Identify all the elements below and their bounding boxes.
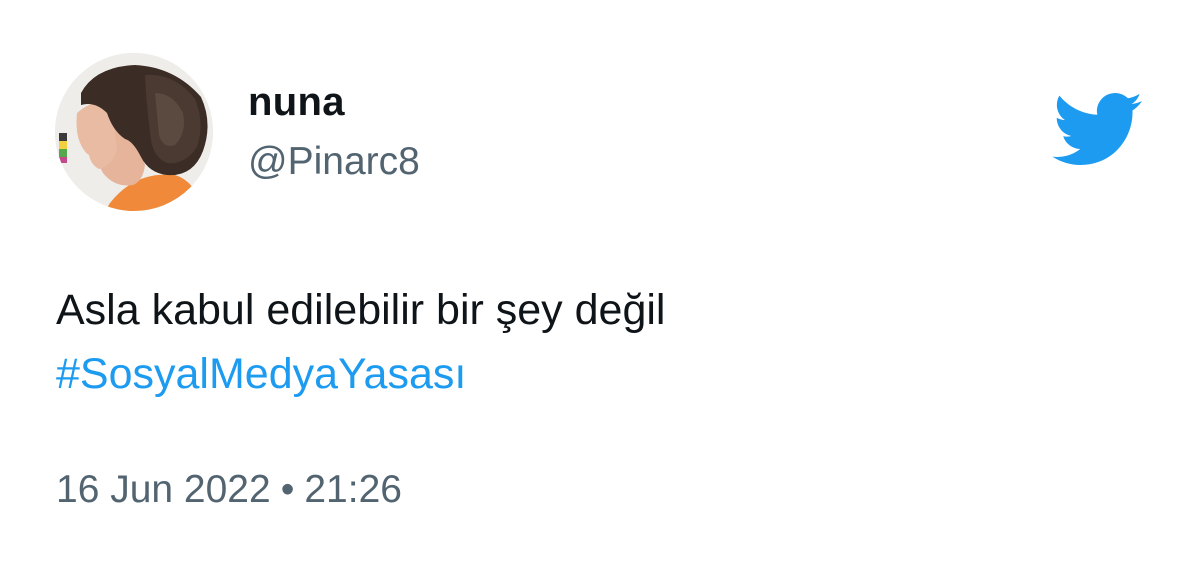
- tweet-time: 21:26: [304, 468, 402, 511]
- timestamp[interactable]: 16 Jun 2022 • 21:26: [56, 468, 402, 512]
- avatar[interactable]: [55, 53, 213, 211]
- author-name[interactable]: nuna: [248, 80, 345, 125]
- tweet-date: 16 Jun 2022: [56, 468, 271, 511]
- twitter-bird-icon-graphic: [1052, 93, 1143, 165]
- avatar-photo: [55, 53, 213, 211]
- twitter-bird-icon[interactable]: [1052, 92, 1144, 168]
- author-handle[interactable]: @Pinarc8: [248, 140, 420, 184]
- tweet-card: nuna @Pinarc8 Asla kabul edilebilir bir …: [0, 0, 1200, 563]
- tweet-text: Asla kabul edilebilir bir şey değil #Sos…: [56, 278, 1136, 406]
- tweet-body: Asla kabul edilebilir bir şey değil: [56, 286, 666, 334]
- timestamp-separator: •: [280, 468, 295, 511]
- hashtag-link[interactable]: #SosyalMedyaYasası: [56, 342, 1136, 406]
